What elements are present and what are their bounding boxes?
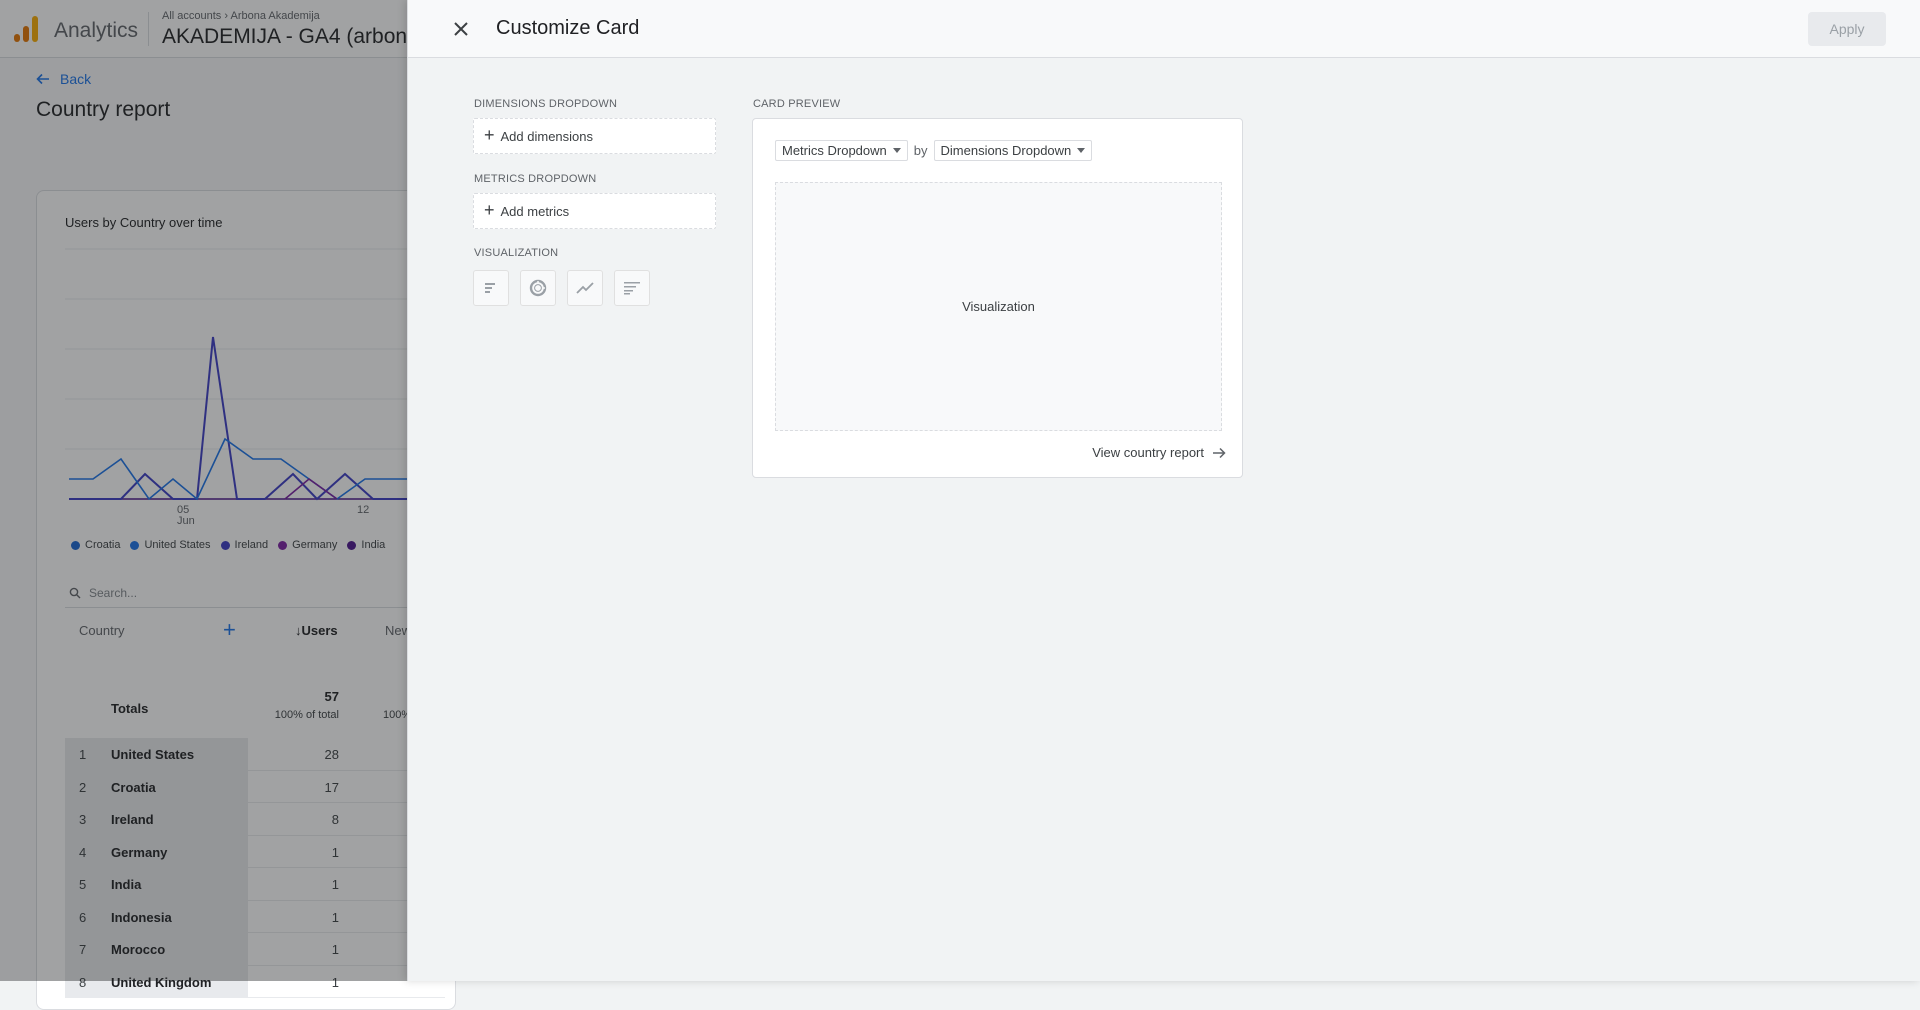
metrics-dropdown[interactable]: Metrics Dropdown <box>775 140 908 161</box>
panel-header: Customize Card Apply <box>408 0 1920 58</box>
visualization-options <box>473 270 650 306</box>
customize-card-panel: Customize Card Apply DIMENSIONS DROPDOWN… <box>407 0 1920 981</box>
table-icon <box>624 282 640 295</box>
close-icon <box>454 22 468 36</box>
close-button[interactable] <box>446 14 476 44</box>
dimensions-dropdown-label: Dimensions Dropdown <box>940 143 1072 158</box>
metrics-dropdown-label: Metrics Dropdown <box>782 143 887 158</box>
donut-chart-option[interactable] <box>520 270 556 306</box>
add-metrics-button[interactable]: + Add metrics <box>473 193 716 229</box>
card-preview-label: CARD PREVIEW <box>753 98 841 110</box>
add-dimensions-label: Add dimensions <box>500 128 594 144</box>
visualization-placeholder-label: Visualization <box>962 299 1035 314</box>
panel-title: Customize Card <box>496 17 640 39</box>
line-chart-option[interactable] <box>567 270 603 306</box>
bar-chart-icon <box>485 283 495 293</box>
table-option[interactable] <box>614 270 650 306</box>
bar-chart-option[interactable] <box>473 270 509 306</box>
apply-button[interactable]: Apply <box>1808 12 1886 46</box>
view-report-label: View country report <box>1092 445 1204 460</box>
dimensions-dropdown[interactable]: Dimensions Dropdown <box>933 140 1093 161</box>
plus-icon: + <box>484 125 495 145</box>
plus-icon: + <box>484 200 495 220</box>
visualization-section-label: VISUALIZATION <box>474 247 559 259</box>
caret-down-icon <box>1077 148 1086 153</box>
line-chart-icon <box>576 282 594 294</box>
view-country-report-link[interactable]: View country report <box>1092 445 1226 460</box>
visualization-placeholder: Visualization <box>775 182 1222 431</box>
by-label: by <box>913 143 928 158</box>
arrow-forward-icon <box>1213 447 1226 458</box>
dimensions-section-label: DIMENSIONS DROPDOWN <box>474 98 618 110</box>
caret-down-icon <box>892 148 901 153</box>
metrics-section-label: METRICS DROPDOWN <box>474 173 597 185</box>
card-preview: Metrics Dropdown by Dimensions Dropdown … <box>752 118 1243 478</box>
preview-selectors: Metrics Dropdown by Dimensions Dropdown <box>775 140 1093 161</box>
donut-chart-icon <box>529 279 547 297</box>
add-dimensions-button[interactable]: + Add dimensions <box>473 118 716 154</box>
add-metrics-label: Add metrics <box>500 203 570 219</box>
